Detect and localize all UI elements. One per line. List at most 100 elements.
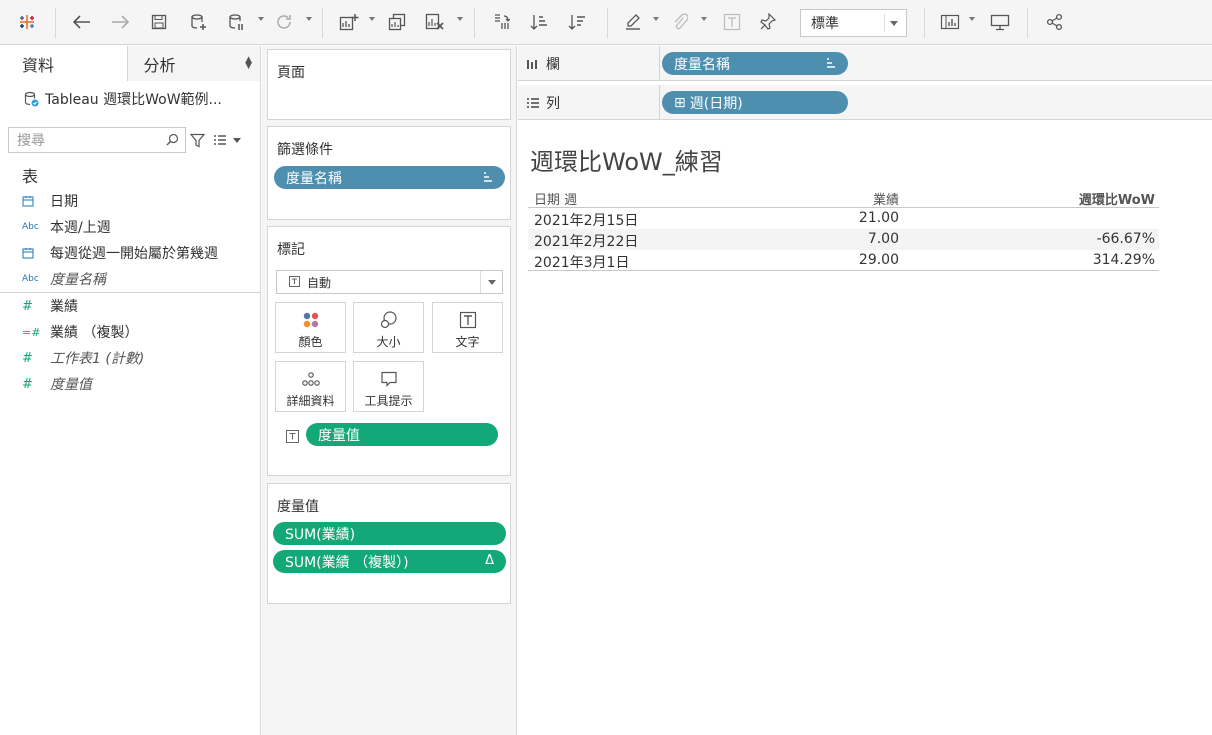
sort-icon: [826, 57, 836, 73]
refresh-icon[interactable]: [272, 9, 296, 35]
tooltip-button[interactable]: 工具提示: [353, 361, 424, 412]
cell-sales: 7.00: [867, 231, 899, 247]
redo-icon[interactable]: [108, 9, 132, 35]
marks-title: 標記: [277, 242, 305, 258]
number-type-icon: #: [22, 376, 33, 392]
tooltip-label: 工具提示: [364, 394, 413, 408]
field-date[interactable]: 日期: [0, 188, 260, 214]
cell-date: 2021年3月1日: [534, 255, 630, 271]
fit-value: 標準: [811, 16, 839, 32]
new-worksheet-icon[interactable]: [336, 9, 362, 35]
highlight-icon[interactable]: [620, 9, 646, 35]
field-this-week-last-week[interactable]: Abc 本週/上週: [0, 214, 260, 240]
sort-icon: [483, 171, 493, 187]
tab-analysis[interactable]: 分析 ▲ ▼: [127, 46, 260, 81]
filter-pill-measure-names[interactable]: 度量名稱: [274, 166, 505, 189]
show-mark-labels-icon[interactable]: [720, 9, 744, 35]
undo-icon[interactable]: [70, 9, 94, 35]
swap-rows-columns-icon[interactable]: [488, 9, 514, 35]
tableau-logo-icon[interactable]: [15, 9, 39, 35]
color-button[interactable]: 顏色: [275, 302, 346, 353]
show-cards-icon[interactable]: [937, 9, 963, 35]
new-datasource-icon[interactable]: [186, 9, 212, 35]
detail-button[interactable]: 詳細資料: [275, 361, 346, 412]
field-measure-names[interactable]: Abc 度量名稱: [0, 266, 260, 292]
field-label: 工作表1 (計數): [50, 351, 145, 367]
header-sales[interactable]: 業績: [873, 189, 899, 208]
field-sales[interactable]: # 業績: [0, 293, 260, 319]
view-toggle-icon[interactable]: [213, 134, 241, 146]
size-button[interactable]: 大小: [353, 302, 424, 353]
duplicate-icon[interactable]: [384, 9, 410, 35]
color-icon: [302, 310, 320, 330]
header-date-week[interactable]: 日期 週: [534, 189, 577, 208]
datasource-item[interactable]: Tableau 週環比WoW範例...: [0, 81, 260, 117]
number-type-icon: #: [22, 298, 33, 314]
section-table-label: 表: [22, 167, 39, 186]
pill-label: 度量名稱: [286, 170, 342, 187]
pause-update-icon[interactable]: [224, 9, 248, 35]
sort-descending-icon[interactable]: [564, 9, 590, 35]
table-header: 日期 週 業績 週環比WoW: [528, 189, 1159, 208]
up-down-arrows-icon: ▲ ▼: [245, 55, 252, 71]
field-week-number[interactable]: 每週從週一開始屬於第幾週: [0, 240, 260, 266]
table-row[interactable]: 2021年3月1日 29.00 314.29%: [528, 250, 1159, 271]
filters-title: 篩選條件: [277, 142, 333, 158]
pill-label: SUM(業績 （複製）): [285, 554, 409, 571]
group-members-icon[interactable]: [668, 9, 692, 35]
table-row[interactable]: 2021年2月15日 21.00: [528, 208, 1159, 229]
pill-label: 度量名稱: [674, 56, 730, 73]
field-sheet-count[interactable]: # 工作表1 (計數): [0, 345, 260, 371]
presentation-mode-icon[interactable]: [987, 9, 1013, 35]
chevron-down-icon: [480, 271, 502, 293]
cell-sales: 29.00: [858, 252, 899, 268]
tab-data[interactable]: 資料: [0, 46, 128, 81]
mv-pill-sum-sales-copy[interactable]: SUM(業績 （複製）) Δ: [273, 550, 506, 573]
table-row[interactable]: 2021年2月22日 7.00 -66.67%: [528, 229, 1159, 250]
search-input[interactable]: 搜尋: [8, 127, 186, 153]
share-icon[interactable]: [1042, 9, 1068, 35]
rows-pill-week-date[interactable]: ⊞ 週(日期): [662, 91, 848, 114]
text-label: 文字: [455, 335, 480, 349]
pane-tabs: 資料 分析 ▲ ▼: [0, 46, 260, 81]
rows-shelf[interactable]: 列 ⊞ 週(日期): [518, 85, 1212, 120]
text-pill-measure-values[interactable]: 度量值: [306, 423, 498, 446]
header-wow[interactable]: 週環比WoW: [1079, 189, 1155, 208]
chevron-down-icon: [884, 14, 902, 32]
tab-analysis-label: 分析: [143, 55, 176, 75]
filter-icon[interactable]: [190, 133, 205, 148]
pill-label: 度量值: [318, 427, 360, 444]
pill-label: SUM(業績): [285, 526, 356, 543]
cell-wow: -66.67%: [1096, 231, 1155, 247]
detail-icon: [301, 369, 321, 389]
fit-dropdown[interactable]: 標準: [800, 9, 907, 37]
sort-ascending-icon[interactable]: [526, 9, 552, 35]
table-calc-delta-icon: Δ: [485, 553, 494, 568]
columns-shelf-label: 欄: [518, 46, 660, 81]
columns-shelf[interactable]: 欄 度量名稱: [518, 46, 1212, 81]
measure-values-card: 度量值 SUM(業績) SUM(業績 （複製）) Δ: [267, 483, 511, 604]
clear-sheet-icon[interactable]: [422, 9, 448, 35]
cards-column: 頁面 篩選條件 度量名稱 標記 自動 顏色 大小 文字 詳細資料 工具提示 度量…: [262, 46, 517, 735]
fix-axes-pin-icon[interactable]: [756, 9, 780, 35]
text-button[interactable]: 文字: [432, 302, 503, 353]
columns-pill-measure-names[interactable]: 度量名稱: [662, 52, 848, 75]
measure-values-title: 度量值: [277, 499, 319, 515]
cell-date: 2021年2月15日: [534, 213, 639, 229]
rows-label: 列: [546, 95, 560, 112]
calendar-icon: [22, 195, 50, 207]
filters-card[interactable]: 篩選條件 度量名稱: [267, 126, 511, 220]
number-type-icon: #: [22, 350, 33, 366]
field-measure-values[interactable]: # 度量值: [0, 371, 260, 397]
mark-type-dropdown[interactable]: 自動: [276, 270, 503, 294]
mv-pill-sum-sales[interactable]: SUM(業績): [273, 522, 506, 545]
rows-shelf-label: 列: [518, 85, 660, 120]
field-label: 業績 （複製）: [50, 325, 139, 341]
save-icon[interactable]: [147, 9, 171, 35]
cell-sales: 21.00: [858, 210, 899, 226]
size-label: 大小: [376, 335, 401, 349]
calculated-number-icon: =#: [22, 325, 41, 339]
pages-card[interactable]: 頁面: [267, 49, 511, 120]
worksheet-view: 週環比WoW_練習 日期 週 業績 週環比WoW 2021年2月15日 21.0…: [518, 125, 1212, 735]
field-sales-copy[interactable]: =# 業績 （複製）: [0, 319, 260, 345]
